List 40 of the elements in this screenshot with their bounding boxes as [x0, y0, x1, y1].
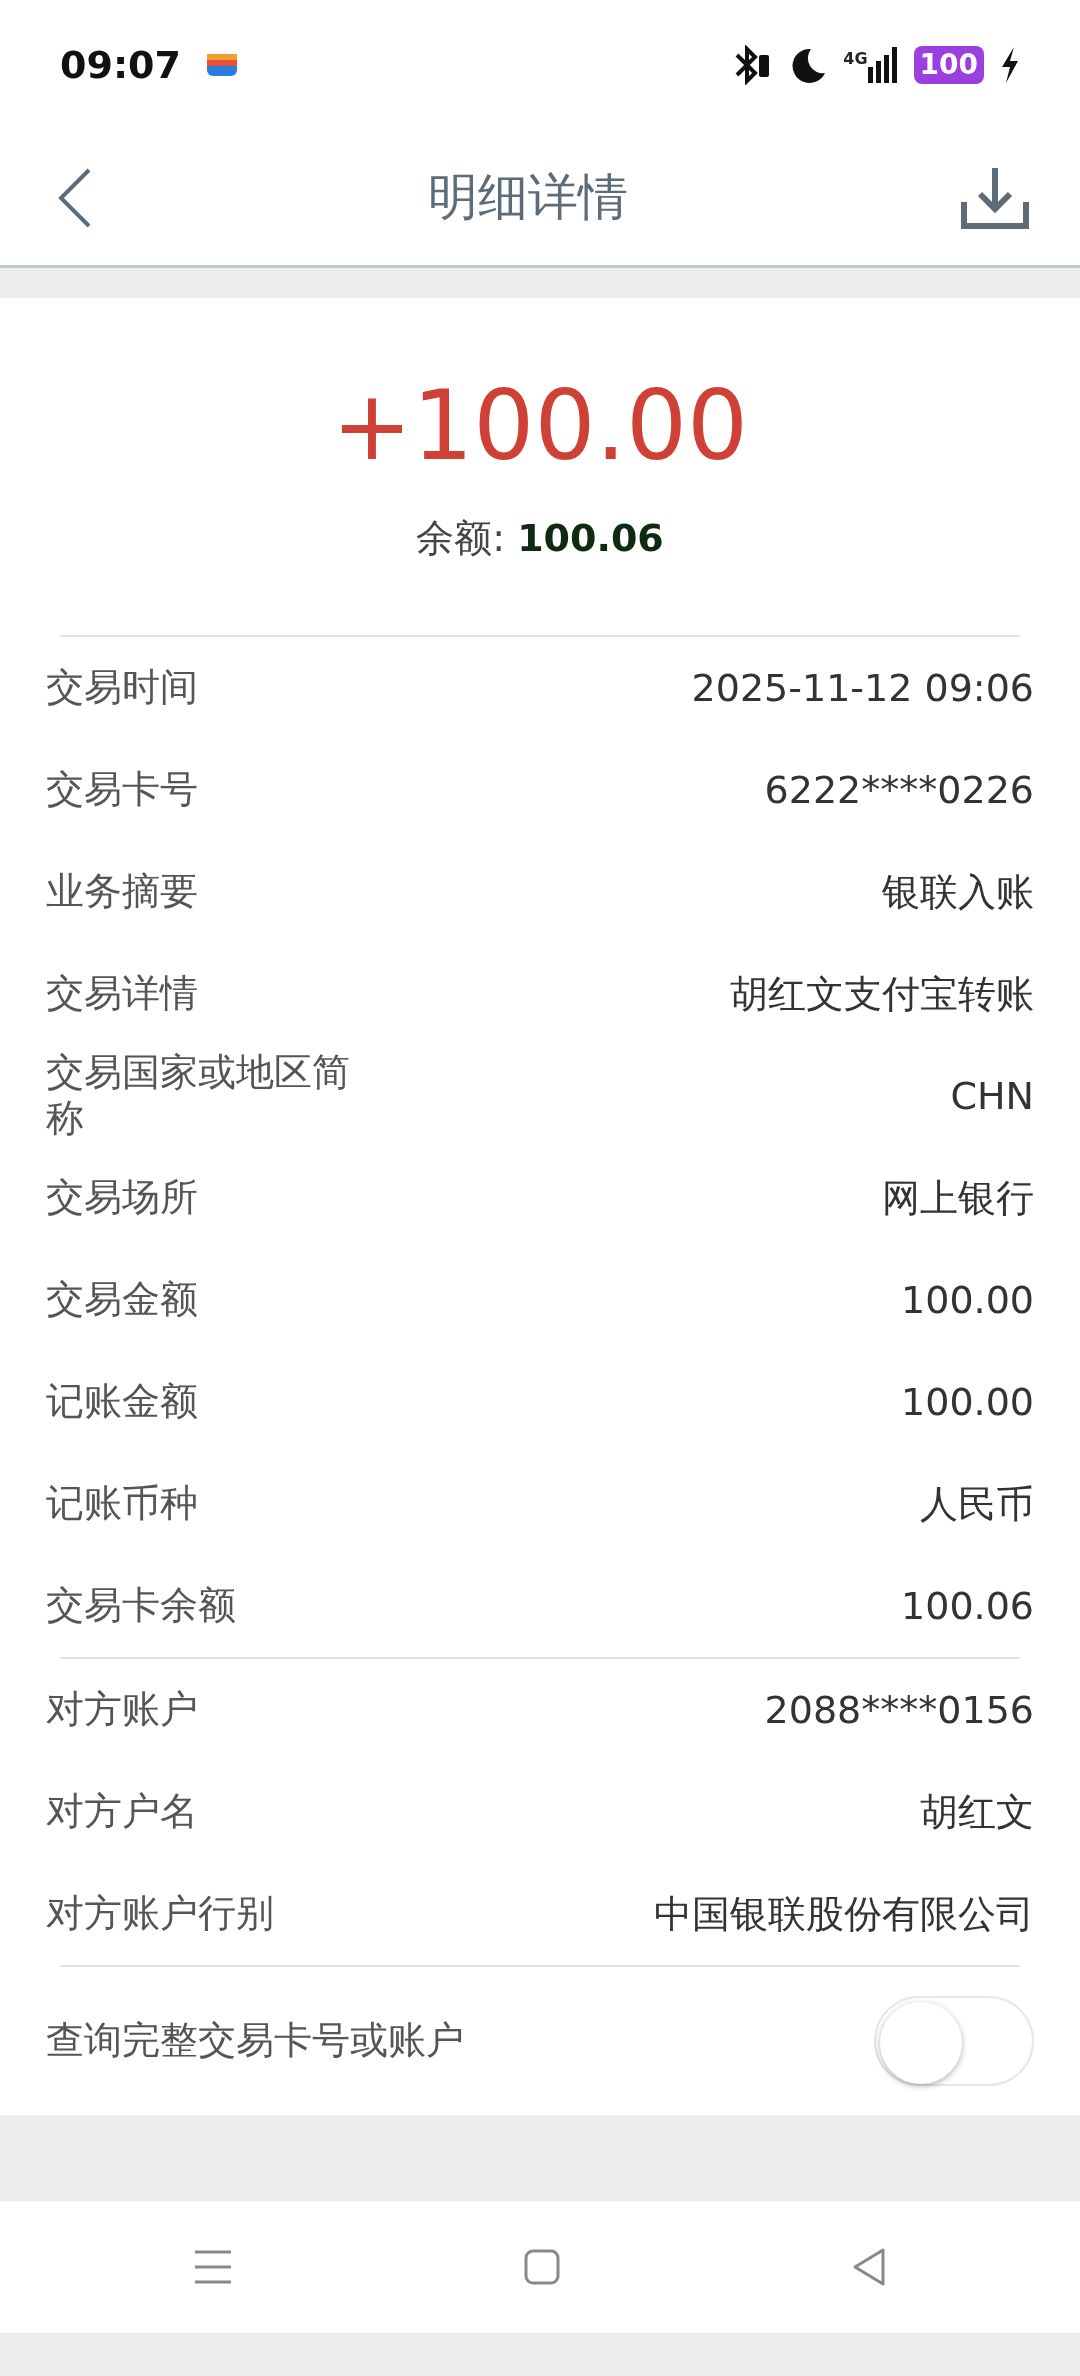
detail-label: 交易国家或地区简称 — [46, 1050, 351, 1142]
detail-value: 6222****0226 — [764, 766, 1034, 814]
detail-label: 对方户名 — [46, 1789, 198, 1835]
detail-value: 中国银联股份有限公司 — [654, 1890, 1034, 1938]
detail-value: 2088****0156 — [764, 1686, 1034, 1734]
balance-text: 余额: 100.06 — [416, 516, 664, 560]
detail-value: 胡红文 — [920, 1788, 1034, 1836]
status-time: 09:07 — [60, 41, 181, 89]
detail-label: 记账金额 — [46, 1379, 198, 1425]
download-button[interactable] — [960, 165, 1030, 230]
menu-button[interactable] — [193, 2249, 233, 2285]
detail-value: 胡红文支付宝转账 — [730, 970, 1034, 1018]
detail-value: 银联入账 — [882, 868, 1034, 916]
detail-value: 人民币 — [920, 1480, 1034, 1528]
home-button[interactable] — [523, 2248, 561, 2286]
battery-level: 100 — [913, 46, 984, 84]
detail-label: 业务摘要 — [46, 869, 198, 915]
signal-icon — [867, 47, 898, 83]
network-type: 4G — [843, 48, 868, 70]
back-nav-button[interactable] — [851, 2247, 887, 2287]
detail-label: 对方账户行别 — [46, 1891, 274, 1937]
detail-label: 记账币种 — [46, 1481, 198, 1527]
detail-label: 交易场所 — [46, 1175, 198, 1221]
detail-label: 交易卡号 — [46, 767, 198, 813]
detail-label: 交易卡余额 — [46, 1583, 236, 1629]
detail-label: 交易时间 — [46, 665, 198, 711]
detail-value: 2025-11-12 09:06 — [691, 664, 1034, 712]
amount-text: +100.00 — [331, 369, 749, 474]
detail-label: 交易详情 — [46, 971, 198, 1017]
toggle-label: 查询完整交易卡号或账户 — [46, 2018, 464, 2064]
detail-value: 网上银行 — [882, 1174, 1034, 1222]
detail-value: CHN — [950, 1072, 1034, 1120]
detail-label: 交易金额 — [46, 1277, 198, 1323]
detail-value: 100.00 — [901, 1378, 1034, 1426]
detail-value: 100.06 — [901, 1582, 1034, 1630]
detail-value: 100.00 — [901, 1276, 1034, 1324]
bluetooth-icon — [733, 45, 772, 85]
detail-label: 对方账户 — [46, 1687, 198, 1733]
page-title: 明细详情 — [427, 167, 628, 228]
charging-icon — [1000, 47, 1020, 83]
